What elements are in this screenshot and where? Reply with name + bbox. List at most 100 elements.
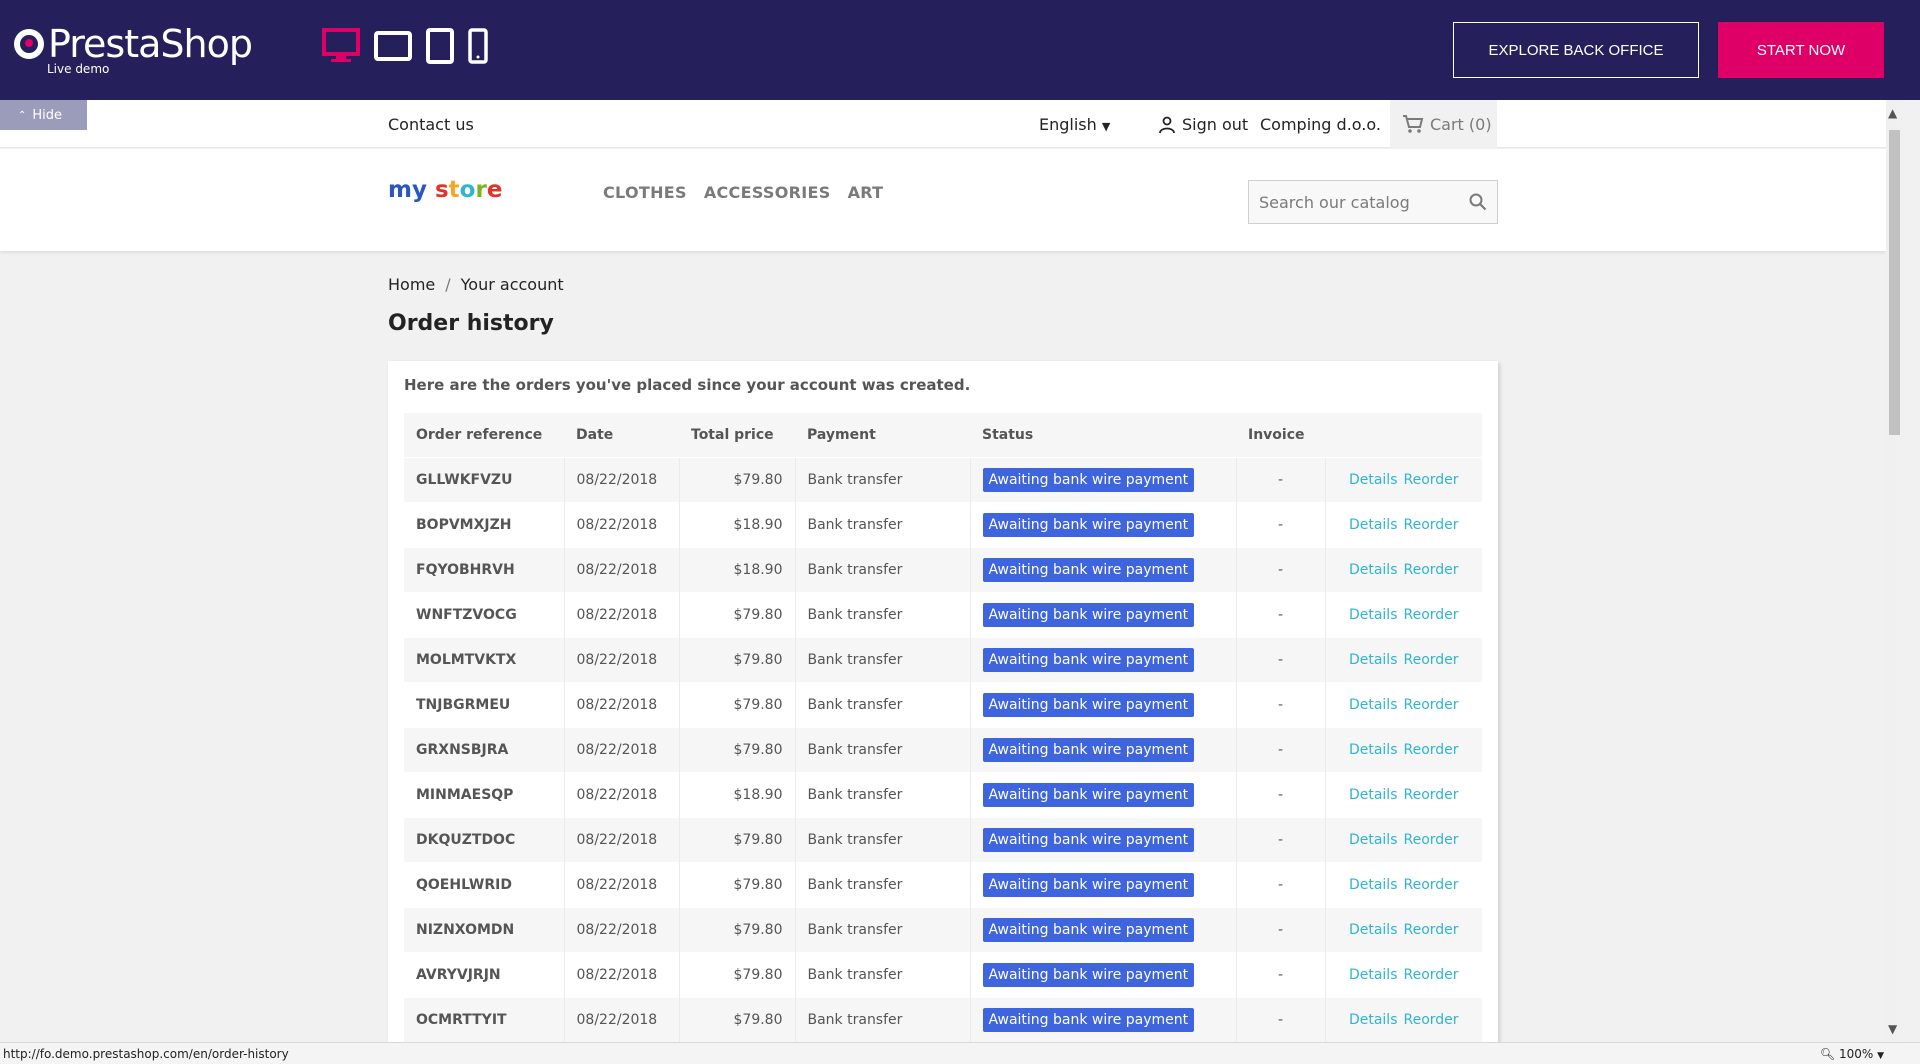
search-icon[interactable]: [1469, 193, 1487, 211]
reorder-link[interactable]: Reorder: [1404, 652, 1459, 668]
vertical-scrollbar[interactable]: ▲ ▼: [1886, 100, 1903, 1042]
order-reference-cell: QOEHLWRID: [404, 861, 564, 907]
language-selector[interactable]: English ▼: [1039, 115, 1110, 134]
menu-item-art[interactable]: ART: [848, 183, 884, 202]
reorder-link[interactable]: Reorder: [1404, 517, 1459, 533]
prestashop-logo[interactable]: PrestaShop Live demo: [14, 24, 253, 76]
desktop-icon[interactable]: [322, 28, 360, 64]
details-link[interactable]: Details: [1349, 787, 1398, 803]
details-link[interactable]: Details: [1349, 832, 1398, 848]
order-reference-cell: MINMAESQP: [404, 771, 564, 817]
status-badge: Awaiting bank wire payment: [982, 917, 1195, 942]
status-badge: Awaiting bank wire payment: [982, 467, 1195, 492]
table-row: GLLWKFVZU 08/22/2018 $79.80 Bank transfer Aw…: [404, 456, 1482, 502]
start-now-button[interactable]: START NOW: [1718, 22, 1884, 78]
date-cell: 08/22/2018: [563, 456, 679, 502]
details-link[interactable]: Details: [1349, 922, 1398, 938]
table-row: TNJBGRMEU 08/22/2018 $79.80 Bank transfer Aw…: [404, 681, 1482, 727]
actions-cell: Details Reorder: [1324, 951, 1482, 997]
hide-demo-bar-button[interactable]: ⌃ Hide: [0, 100, 87, 130]
actions-cell: Details Reorder: [1324, 771, 1482, 817]
status-cell: Awaiting bank wire payment: [969, 456, 1236, 502]
scroll-up-icon[interactable]: ▲: [1888, 106, 1897, 120]
mobile-icon[interactable]: [468, 28, 488, 64]
details-link[interactable]: Details: [1349, 742, 1398, 758]
details-link[interactable]: Details: [1349, 697, 1398, 713]
status-badge: Awaiting bank wire payment: [982, 827, 1195, 852]
total-price-cell: $18.90: [678, 501, 795, 547]
cart-link[interactable]: Cart (0): [1390, 100, 1497, 148]
tablet-portrait-icon[interactable]: [426, 28, 454, 64]
explore-back-office-button[interactable]: EXPLORE BACK OFFICE: [1453, 22, 1699, 78]
status-cell: Awaiting bank wire payment: [969, 636, 1236, 682]
reorder-link[interactable]: Reorder: [1404, 742, 1459, 758]
payment-cell: Bank transfer: [794, 951, 970, 997]
payment-cell: Bank transfer: [794, 816, 970, 862]
order-reference-cell: OCMRTTYIT: [404, 996, 564, 1042]
reorder-link[interactable]: Reorder: [1404, 472, 1459, 488]
actions-cell: Details Reorder: [1324, 456, 1482, 502]
table-row: BOPVMXJZH 08/22/2018 $18.90 Bank transfer Aw…: [404, 501, 1482, 547]
breadcrumb-your-account[interactable]: Your account: [461, 275, 564, 294]
date-cell: 08/22/2018: [563, 546, 679, 592]
details-link[interactable]: Details: [1349, 562, 1398, 578]
details-link[interactable]: Details: [1349, 877, 1398, 893]
scroll-down-icon[interactable]: ▼: [1888, 1022, 1897, 1036]
search-input[interactable]: Search our catalog: [1248, 180, 1498, 224]
details-link[interactable]: Details: [1349, 967, 1398, 983]
reorder-link[interactable]: Reorder: [1404, 607, 1459, 623]
reorder-link[interactable]: Reorder: [1404, 922, 1459, 938]
zoom-level[interactable]: 🔍︎ 100% ▼: [1820, 1047, 1884, 1061]
invoice-cell: -: [1235, 951, 1325, 997]
status-badge: Awaiting bank wire payment: [982, 1007, 1195, 1032]
order-reference-cell: TNJBGRMEU: [404, 681, 564, 727]
menu-item-clothes[interactable]: CLOTHES: [603, 183, 687, 202]
reorder-link[interactable]: Reorder: [1404, 832, 1459, 848]
date-cell: 08/22/2018: [563, 771, 679, 817]
status-badge: Awaiting bank wire payment: [982, 602, 1195, 627]
reorder-link[interactable]: Reorder: [1404, 697, 1459, 713]
account-name-link[interactable]: Comping d.o.o.: [1260, 115, 1381, 134]
menu-item-accessories[interactable]: ACCESSORIES: [704, 183, 831, 202]
sign-out-link[interactable]: Sign out: [1158, 115, 1248, 134]
details-link[interactable]: Details: [1349, 517, 1398, 533]
breadcrumb-separator: /: [445, 275, 451, 294]
total-price-cell: $79.80: [678, 816, 795, 862]
payment-cell: Bank transfer: [794, 726, 970, 772]
reorder-link[interactable]: Reorder: [1404, 1012, 1459, 1028]
invoice-cell: -: [1235, 726, 1325, 772]
hide-label: Hide: [32, 107, 63, 123]
table-row: MOLMTVKTX 08/22/2018 $79.80 Bank transfer Aw…: [404, 636, 1482, 682]
status-badge: Awaiting bank wire payment: [982, 962, 1195, 987]
date-cell: 08/22/2018: [563, 591, 679, 637]
invoice-cell: -: [1235, 636, 1325, 682]
col-total-price: Total price: [679, 413, 795, 457]
table-row: FQYOBHRVH 08/22/2018 $18.90 Bank transfer Aw…: [404, 546, 1482, 592]
total-price-cell: $79.80: [678, 861, 795, 907]
reorder-link[interactable]: Reorder: [1404, 787, 1459, 803]
actions-cell: Details Reorder: [1324, 591, 1482, 637]
details-link[interactable]: Details: [1349, 607, 1398, 623]
browser-status-bar: http://fo.demo.prestashop.com/en/order-h…: [0, 1042, 1920, 1064]
date-cell: 08/22/2018: [563, 636, 679, 682]
table-row: MINMAESQP 08/22/2018 $18.90 Bank transfer Aw…: [404, 771, 1482, 817]
details-link[interactable]: Details: [1349, 1012, 1398, 1028]
payment-cell: Bank transfer: [794, 456, 970, 502]
status-cell: Awaiting bank wire payment: [969, 591, 1236, 637]
scrollbar-thumb[interactable]: [1889, 130, 1900, 435]
order-history-panel: Here are the orders you've placed since …: [388, 361, 1498, 1064]
store-logo[interactable]: my store: [388, 177, 502, 203]
actions-cell: Details Reorder: [1324, 546, 1482, 592]
reorder-link[interactable]: Reorder: [1404, 877, 1459, 893]
status-cell: Awaiting bank wire payment: [969, 861, 1236, 907]
status-badge: Awaiting bank wire payment: [982, 512, 1195, 537]
col-order-reference: Order reference: [404, 413, 564, 457]
tablet-landscape-icon[interactable]: [374, 31, 412, 61]
details-link[interactable]: Details: [1349, 652, 1398, 668]
reorder-link[interactable]: Reorder: [1404, 562, 1459, 578]
breadcrumb-home[interactable]: Home: [388, 275, 435, 294]
contact-us-link[interactable]: Contact us: [388, 115, 474, 134]
details-link[interactable]: Details: [1349, 472, 1398, 488]
status-badge: Awaiting bank wire payment: [982, 782, 1195, 807]
reorder-link[interactable]: Reorder: [1404, 967, 1459, 983]
